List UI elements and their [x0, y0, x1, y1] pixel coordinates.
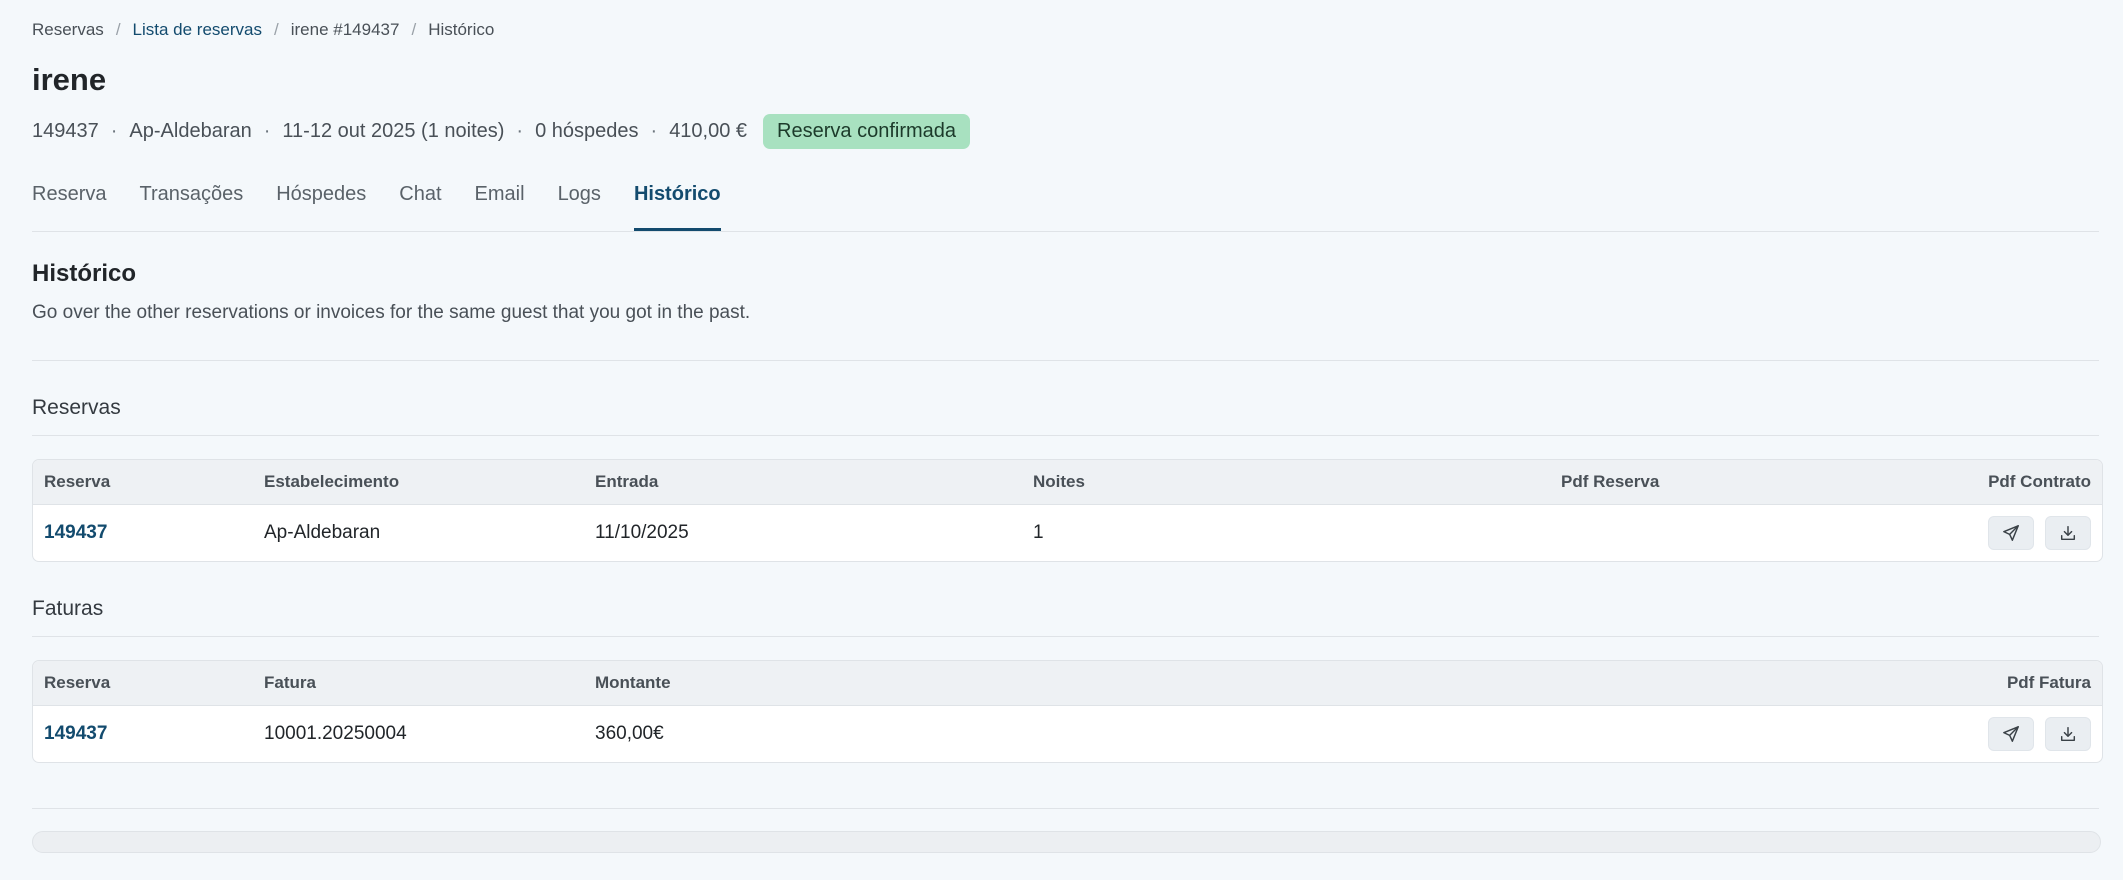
breadcrumb-item-reservation[interactable]: irene #149437: [291, 20, 400, 40]
breadcrumb-item-current: Histórico: [428, 20, 495, 39]
table-row: 149437 10001.20250004 360,00€: [33, 706, 2102, 762]
column-header-montante: Montante: [595, 673, 671, 692]
breadcrumb-item-reservas[interactable]: Reservas: [32, 20, 104, 40]
column-header-entrada: Entrada: [595, 472, 659, 491]
tab-bar: Reserva Transações Hóspedes Chat Email L…: [32, 180, 2099, 232]
footer-bar: [32, 831, 2101, 853]
meta-guests: 0 hóspedes: [535, 120, 639, 142]
row-actions: [1988, 717, 2091, 751]
cell-noites: 1: [1033, 522, 1044, 543]
cell-entrada: 11/10/2025: [595, 522, 689, 543]
divider: [32, 636, 2099, 637]
column-header-pdf-contrato: Pdf Contrato: [1988, 472, 2091, 491]
column-header-reserva: Reserva: [44, 673, 111, 692]
tab-transacoes[interactable]: Transações: [139, 180, 243, 231]
tab-logs[interactable]: Logs: [558, 180, 601, 231]
column-header-fatura: Fatura: [264, 673, 316, 692]
cell-fatura: 10001.20250004: [264, 723, 407, 744]
send-icon: [2003, 726, 2019, 742]
reservation-link[interactable]: 149437: [44, 522, 107, 544]
breadcrumb-separator: /: [115, 20, 121, 39]
column-header-pdf-fatura: Pdf Fatura: [2006, 673, 2091, 692]
reservation-meta: 149437 · Ap-Aldebaran · 11-12 out 2025 (…: [32, 114, 971, 149]
section-description: Go over the other reservations or invoic…: [32, 302, 751, 323]
download-contract-button[interactable]: [2045, 516, 2091, 550]
status-badge: Reserva confirmada: [763, 114, 971, 149]
meta-property: Ap-Aldebaran: [129, 120, 252, 142]
table-header: Reserva Estabelecimento Entrada Noites P…: [33, 460, 2102, 505]
row-actions: [1988, 516, 2091, 550]
meta-dates: 11-12 out 2025 (1 noites): [282, 120, 505, 142]
send-contract-button[interactable]: [1988, 516, 2034, 550]
column-header-noites: Noites: [1033, 472, 1085, 491]
cell-estabelecimento: Ap-Aldebaran: [264, 522, 381, 543]
invoice-reservation-link[interactable]: 149437: [44, 723, 107, 745]
send-invoice-button[interactable]: [1988, 717, 2034, 751]
tab-chat[interactable]: Chat: [399, 180, 441, 231]
breadcrumb-separator: /: [274, 20, 279, 39]
breadcrumb-item-lista[interactable]: Lista de reservas: [133, 20, 262, 40]
tab-hospedes[interactable]: Hóspedes: [276, 180, 366, 231]
invoices-table: Reserva Fatura Montante Pdf Fatura 14943…: [32, 660, 2103, 763]
invoices-title: Faturas: [32, 597, 104, 620]
column-header-reserva: Reserva: [44, 472, 111, 491]
tab-reserva[interactable]: Reserva: [32, 180, 106, 231]
breadcrumb: Reservas / Lista de reservas / irene #14…: [32, 20, 494, 40]
column-header-pdf-reserva: Pdf Reserva: [1561, 472, 1660, 491]
meta-separator: ·: [110, 120, 118, 142]
meta-id: 149437: [32, 120, 99, 142]
tab-historico[interactable]: Histórico: [633, 180, 721, 231]
tab-email[interactable]: Email: [475, 180, 525, 231]
divider: [32, 435, 2099, 436]
meta-separator: ·: [650, 120, 658, 142]
table-header: Reserva Fatura Montante Pdf Fatura: [33, 661, 2102, 706]
reservations-table: Reserva Estabelecimento Entrada Noites P…: [32, 459, 2103, 562]
meta-separator: ·: [263, 120, 271, 142]
section-title: Histórico: [32, 260, 137, 287]
divider: [32, 808, 2099, 809]
breadcrumb-separator: /: [411, 20, 417, 39]
cell-montante: 360,00€: [595, 723, 664, 744]
download-invoice-button[interactable]: [2045, 717, 2091, 751]
send-icon: [2003, 525, 2019, 541]
meta-separator: ·: [516, 120, 524, 142]
meta-total: 410,00 €: [669, 120, 748, 142]
divider: [32, 360, 2099, 361]
reservations-title: Reservas: [32, 396, 121, 419]
download-icon: [2060, 525, 2076, 541]
column-header-estabelecimento: Estabelecimento: [264, 472, 400, 491]
table-row: 149437 Ap-Aldebaran 11/10/2025 1: [33, 505, 2102, 561]
download-icon: [2060, 726, 2076, 742]
page-title: irene: [32, 62, 107, 97]
